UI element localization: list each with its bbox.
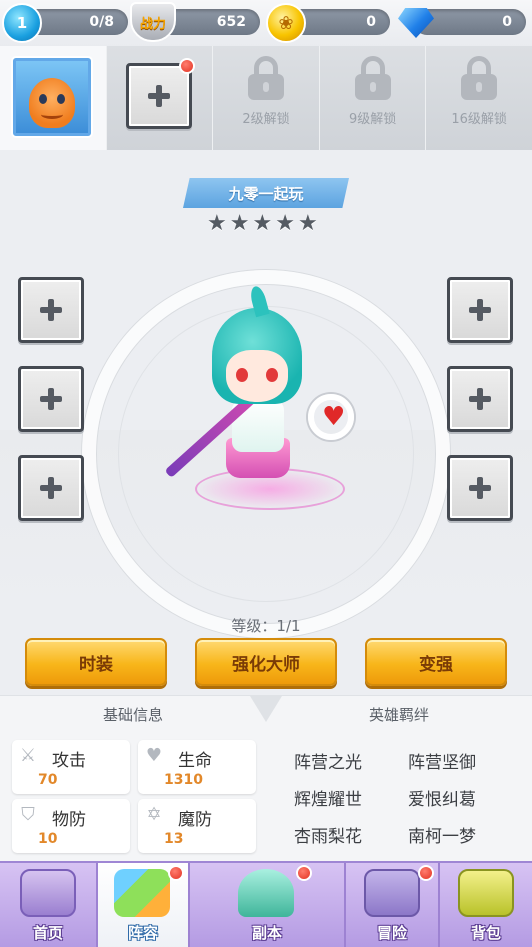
- bond-item[interactable]: 阵营之光: [294, 748, 362, 773]
- plus-icon: [469, 388, 491, 410]
- nav-label: 阵容: [127, 924, 158, 942]
- notice-dot-icon: [296, 865, 312, 881]
- paw-coin-icon[interactable]: ❀: [266, 3, 306, 43]
- lock-icon: [353, 56, 393, 100]
- nav-home[interactable]: 首页: [0, 863, 96, 947]
- info-panel: 基础信息 英雄羁绊 ⚔ 攻击 70 ♥ 生命 1310 ⛉ 物防 10 ✡ 魔防…: [0, 695, 532, 861]
- stat-attack: ⚔ 攻击 70: [12, 740, 130, 794]
- bottom-nav: 首页 阵容 副本 冒险 背包: [0, 861, 532, 947]
- plus-icon: [40, 477, 62, 499]
- stat-label: 物防: [52, 810, 86, 830]
- equip-slot-left-2[interactable]: [18, 366, 84, 432]
- level-badge-value: 1: [16, 14, 28, 32]
- lock-icon: [459, 56, 499, 100]
- gamepad-icon: [20, 869, 76, 917]
- power-value: 652: [216, 14, 246, 30]
- star-icon: ★: [275, 211, 295, 236]
- nav-label: 冒险: [376, 924, 407, 942]
- gold-value: 0: [366, 14, 376, 30]
- stat-value: 70: [38, 772, 58, 788]
- crystal-icon: [238, 869, 294, 917]
- diamond-icon[interactable]: [396, 3, 436, 43]
- equip-slot-right-1[interactable]: [447, 277, 513, 343]
- stat-label: 魔防: [178, 810, 212, 830]
- notice-dot-icon: [168, 865, 184, 881]
- add-hero-button[interactable]: [125, 63, 192, 129]
- nav-label: 背包: [470, 924, 501, 942]
- enhance-master-button[interactable]: 强化大师: [195, 638, 337, 686]
- hero-slot-1[interactable]: [0, 46, 107, 150]
- power-badge-label: 战力: [139, 16, 166, 32]
- charmander-portrait-icon[interactable]: [13, 58, 91, 136]
- hero-slot-2[interactable]: [106, 46, 214, 150]
- unlock-level-label: 2级解锁: [242, 112, 290, 127]
- nav-label: 首页: [32, 924, 63, 942]
- basic-info-tab[interactable]: 基础信息: [0, 696, 266, 732]
- bond-item[interactable]: 辉煌耀世: [294, 785, 362, 810]
- nav-dungeon[interactable]: 副本: [190, 863, 344, 947]
- hero-slot-4-locked[interactable]: 9级解锁: [319, 46, 427, 150]
- hero-level-text: 等级：1/1: [231, 617, 301, 635]
- hero-name-banner: 九零一起玩: [183, 178, 349, 208]
- power-shield-icon: 战力: [130, 2, 176, 42]
- heart-wand-icon: [308, 394, 354, 440]
- bond-item[interactable]: 南柯一梦: [408, 822, 476, 847]
- level-progress-value: 0/8: [89, 14, 114, 30]
- bond-item[interactable]: 阵营坚御: [408, 748, 476, 773]
- stat-value: 10: [38, 831, 58, 847]
- plus-icon: [40, 388, 62, 410]
- hero-slot-5-locked[interactable]: 16级解锁: [426, 46, 532, 150]
- stat-physical-defense: ⛉ 物防 10: [12, 799, 130, 853]
- stat-label: 生命: [178, 751, 212, 771]
- shield-icon: ⛉: [21, 804, 35, 825]
- hero-bond-tab[interactable]: 英雄羁绊: [266, 696, 532, 732]
- hero-character-model[interactable]: [164, 298, 354, 518]
- notice-dot-icon: [178, 58, 195, 74]
- stat-value: 1310: [164, 772, 203, 788]
- gem-value: 0: [502, 14, 512, 30]
- hero-slot-3-locked[interactable]: 2级解锁: [213, 46, 320, 150]
- unlock-level-label: 16级解锁: [451, 112, 507, 127]
- plus-icon: [147, 85, 170, 107]
- notice-dot-icon: [418, 865, 434, 881]
- equip-slot-right-3[interactable]: [447, 455, 513, 521]
- equip-slot-left-3[interactable]: [18, 455, 84, 521]
- sword-icon: ⚔: [19, 745, 37, 766]
- star-icon: ★: [252, 211, 273, 236]
- nav-lineup[interactable]: 阵容: [98, 863, 188, 947]
- resource-bar: 0/8 1 652 战力 0 ❀ 0: [0, 0, 532, 46]
- plus-icon: [469, 299, 491, 321]
- cube-icon: [114, 869, 170, 917]
- stat-label: 攻击: [52, 751, 86, 771]
- star-icon: ★: [207, 211, 227, 236]
- nav-adventure[interactable]: 冒险: [346, 863, 438, 947]
- stat-magic-defense: ✡ 魔防 13: [138, 799, 256, 853]
- equip-slot-right-2[interactable]: [447, 366, 513, 432]
- unlock-level-label: 9级解锁: [348, 112, 397, 127]
- plus-icon: [40, 299, 62, 321]
- heart-icon: ♥: [145, 745, 163, 766]
- lock-icon: [246, 56, 286, 100]
- bond-item[interactable]: 爱恨纠葛: [408, 785, 476, 810]
- star-icon: ★: [229, 211, 250, 236]
- plus-icon: [469, 477, 491, 499]
- bond-item[interactable]: 杏雨梨花: [294, 822, 362, 847]
- backpack-icon: [458, 869, 514, 917]
- level-badge-icon[interactable]: 1: [2, 3, 42, 43]
- star-icon: ★: [297, 211, 318, 236]
- hero-name: 九零一起玩: [228, 184, 304, 203]
- nav-backpack[interactable]: 背包: [440, 863, 532, 947]
- treasure-icon: [364, 869, 420, 917]
- strengthen-button[interactable]: 变强: [365, 638, 507, 686]
- magic-star-icon: ✡: [146, 804, 162, 825]
- stat-value: 13: [164, 831, 184, 847]
- stat-health: ♥ 生命 1310: [138, 740, 256, 794]
- hero-star-rating: ★ ★ ★ ★ ★: [207, 213, 318, 235]
- hero-slot-row: 2级解锁 9级解锁 16级解锁: [0, 46, 532, 150]
- fashion-button[interactable]: 时装: [25, 638, 167, 686]
- nav-label: 副本: [251, 924, 282, 942]
- equip-slot-left-1[interactable]: [18, 277, 84, 343]
